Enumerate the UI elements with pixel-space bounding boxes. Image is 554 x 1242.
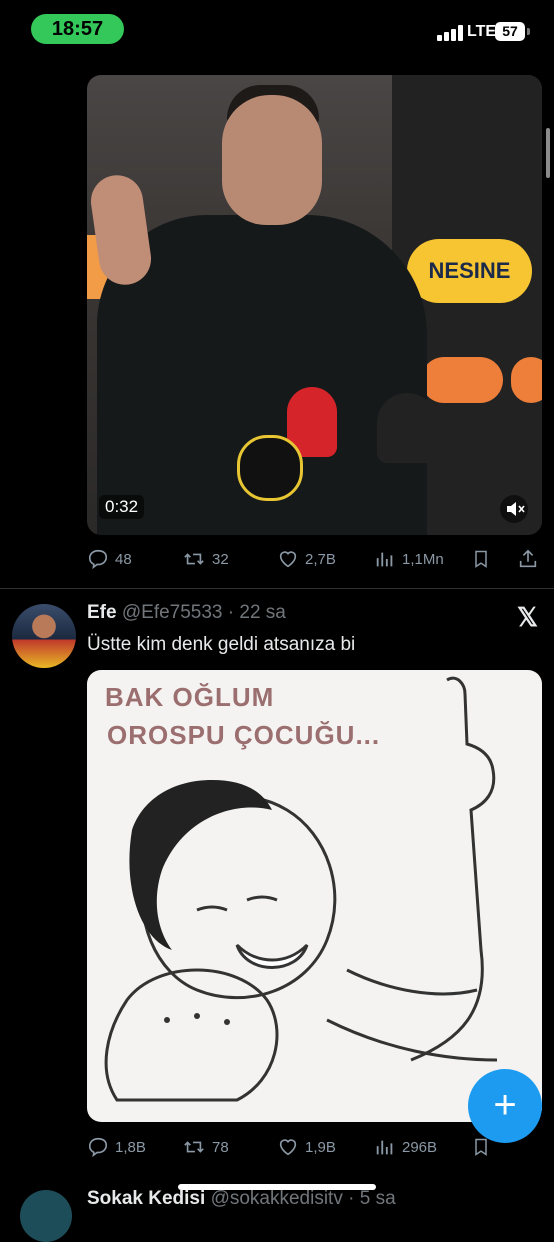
- next-tweet-header: Sokak Kedisi @sokakkedisitv · 5 sa: [87, 1188, 396, 1210]
- status-bar: 18:57 LTE 57: [0, 0, 554, 58]
- author-handle[interactable]: @Efe75533: [122, 602, 223, 623]
- retweet-button[interactable]: 32: [182, 544, 229, 574]
- author-name[interactable]: Efe: [87, 602, 117, 623]
- mute-icon[interactable]: [500, 495, 528, 523]
- tweet-actions: 1,8B 78 1,9B 296B: [87, 1132, 542, 1162]
- tweet-image[interactable]: BAK OĞLUM OROSPU ÇOCUĞU...: [87, 670, 542, 1122]
- like-count: 2,7B: [305, 550, 336, 568]
- status-time: 18:57: [31, 14, 124, 44]
- reply-button[interactable]: 1,8B: [87, 1132, 146, 1162]
- home-indicator[interactable]: [178, 1184, 376, 1190]
- views-icon: [376, 552, 393, 567]
- retweet-button[interactable]: 78: [182, 1132, 229, 1162]
- share-icon: [519, 549, 537, 568]
- compose-button[interactable]: +: [468, 1069, 542, 1143]
- tweet-divider: [0, 588, 554, 589]
- signal-icon: [437, 25, 463, 41]
- retweet-count: 32: [212, 550, 229, 568]
- avatar[interactable]: [12, 604, 76, 668]
- reply-button[interactable]: 48: [87, 544, 132, 574]
- tweet-header: Efe @Efe75533 · 22 sa: [87, 602, 286, 624]
- scrollbar[interactable]: [546, 128, 550, 178]
- bookmark-button[interactable]: [471, 544, 491, 574]
- battery-tip: [527, 28, 530, 35]
- reply-count: 1,8B: [115, 1138, 146, 1156]
- share-button[interactable]: [517, 544, 539, 574]
- like-button[interactable]: 2,7B: [277, 544, 336, 574]
- like-icon: [279, 551, 297, 568]
- meme-drawing: [104, 676, 498, 1102]
- views-count: 296B: [402, 1138, 438, 1156]
- author-handle[interactable]: @sokakkedisitv · 5 sa: [211, 1188, 396, 1209]
- views-icon: [376, 1140, 393, 1155]
- microphone: [377, 393, 437, 463]
- author-name[interactable]: Sokak Kedisi: [87, 1188, 205, 1209]
- player-head: [222, 95, 322, 225]
- tweet-time: · 22 sa: [227, 602, 286, 623]
- tweet-text: Üstte kim denk geldi atsanıza bi: [87, 634, 356, 655]
- sponsor-board: NESINE: [407, 239, 532, 303]
- reply-count: 48: [115, 550, 132, 568]
- like-icon: [279, 1139, 297, 1156]
- retweet-icon: [184, 1141, 204, 1153]
- video-player[interactable]: NESINE 0:32: [87, 75, 542, 535]
- video-duration: 0:32: [99, 495, 145, 519]
- views-button[interactable]: 1,1Mn: [374, 544, 444, 574]
- views-button[interactable]: 296B: [374, 1132, 437, 1162]
- reply-icon: [88, 549, 108, 570]
- reply-icon: [88, 1137, 108, 1158]
- retweet-count: 78: [212, 1138, 229, 1156]
- sponsor-board-right: [511, 357, 542, 403]
- tweet-actions: 48 32 2,7B 1,1Mn: [87, 544, 542, 574]
- views-count: 1,1Mn: [402, 550, 444, 568]
- microphone: [237, 435, 303, 501]
- bookmark-icon: [475, 550, 487, 568]
- retweet-icon: [184, 553, 204, 565]
- x-logo-icon[interactable]: 𝕏: [517, 602, 538, 633]
- network-label: LTE: [467, 23, 497, 40]
- battery-icon: 57: [495, 22, 525, 41]
- sponsor-board-trendyol: [421, 357, 503, 403]
- avatar[interactable]: [20, 1190, 72, 1242]
- like-button[interactable]: 1,9B: [277, 1132, 336, 1162]
- like-count: 1,9B: [305, 1138, 336, 1156]
